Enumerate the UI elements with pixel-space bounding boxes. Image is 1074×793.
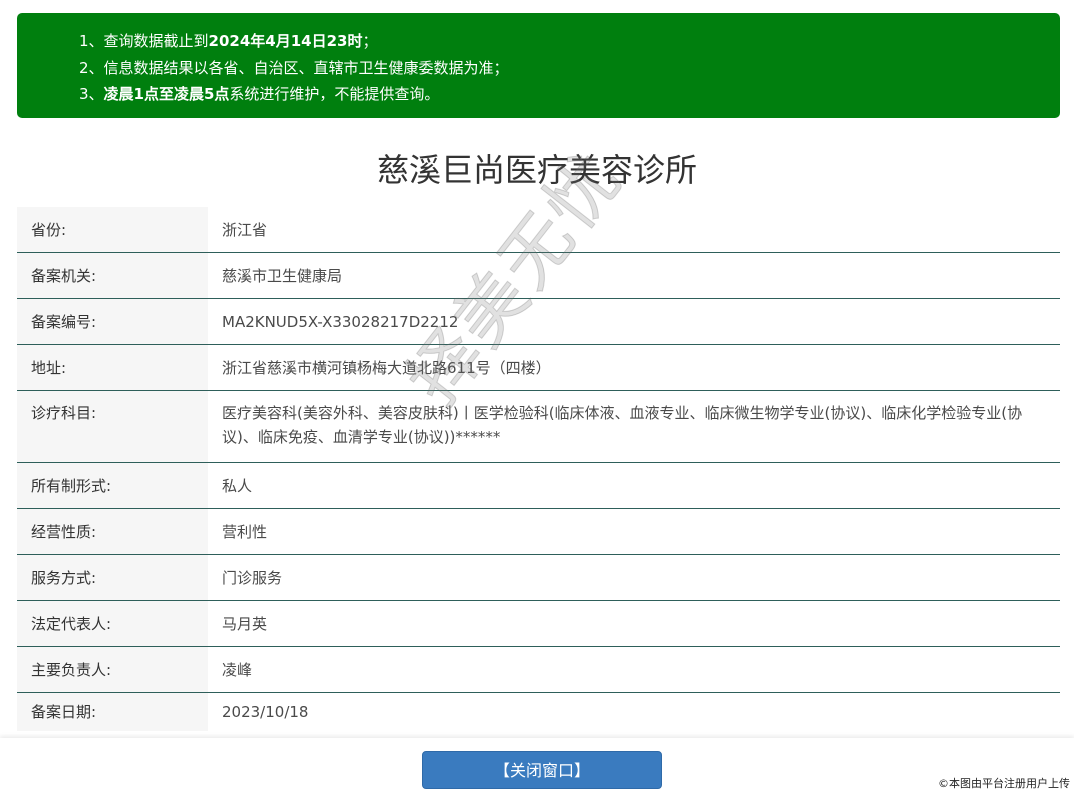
- table-row: 地址: 浙江省慈溪市横河镇杨梅大道北路611号（四楼）: [17, 344, 1060, 391]
- page-title: 慈溪巨尚医疗美容诊所: [376, 151, 697, 189]
- row-label: 省份:: [17, 207, 208, 253]
- info-table: 省份: 浙江省 备案机关: 慈溪市卫生健康局 备案编号: MA2KNUD5X-X…: [17, 207, 1060, 731]
- close-window-button[interactable]: 【关闭窗口】: [422, 751, 662, 789]
- table-row: 备案日期: 2023/10/18: [17, 692, 1060, 731]
- row-label: 备案日期:: [17, 692, 208, 731]
- row-value: 门诊服务: [208, 554, 1060, 601]
- row-value: 营利性: [208, 508, 1060, 555]
- table-row: 主要负责人: 凌峰: [17, 646, 1060, 693]
- row-label: 地址:: [17, 344, 208, 391]
- notice-line-1: 1、查询数据截止到2024年4月14日23时；: [79, 32, 378, 50]
- row-value: 浙江省慈溪市横河镇杨梅大道北路611号（四楼）: [208, 344, 1060, 391]
- row-value: 浙江省: [208, 207, 1060, 253]
- row-value: 慈溪市卫生健康局: [208, 252, 1060, 299]
- row-value: 医疗美容科(美容外科、美容皮肤科)丨医学检验科(临床体液、血液专业、临床微生物学…: [208, 390, 1060, 463]
- row-label: 所有制形式:: [17, 462, 208, 509]
- table-row: 省份: 浙江省: [17, 207, 1060, 253]
- notice-banner: 1、查询数据截止到2024年4月14日23时； 2、信息数据结果以各省、自治区、…: [17, 13, 1060, 118]
- table-row: 所有制形式: 私人: [17, 462, 1060, 509]
- table-row: 诊疗科目: 医疗美容科(美容外科、美容皮肤科)丨医学检验科(临床体液、血液专业、…: [17, 390, 1060, 463]
- row-value: 马月英: [208, 600, 1060, 647]
- upload-credit: ©本图由平台注册用户上传: [938, 777, 1070, 790]
- row-value: 凌峰: [208, 646, 1060, 693]
- table-row: 备案机关: 慈溪市卫生健康局: [17, 252, 1060, 299]
- row-label: 诊疗科目:: [17, 390, 208, 463]
- table-row: 服务方式: 门诊服务: [17, 554, 1060, 601]
- table-row: 备案编号: MA2KNUD5X-X33028217D2212: [17, 298, 1060, 345]
- table-row: 法定代表人: 马月英: [17, 600, 1060, 647]
- table-row: 经营性质: 营利性: [17, 508, 1060, 555]
- notice-line-3: 3、凌晨1点至凌晨5点系统进行维护，不能提供查询。: [79, 85, 440, 103]
- row-label: 备案机关:: [17, 252, 208, 299]
- row-value: MA2KNUD5X-X33028217D2212: [208, 298, 1060, 345]
- row-label: 经营性质:: [17, 508, 208, 555]
- row-label: 法定代表人:: [17, 600, 208, 647]
- row-label: 服务方式:: [17, 554, 208, 601]
- row-value: 私人: [208, 462, 1060, 509]
- notice-line-2: 2、信息数据结果以各省、自治区、直辖市卫生健康委数据为准；: [79, 58, 509, 77]
- row-label: 备案编号:: [17, 298, 208, 345]
- row-value: 2023/10/18: [222, 703, 309, 721]
- row-label: 主要负责人:: [17, 646, 208, 693]
